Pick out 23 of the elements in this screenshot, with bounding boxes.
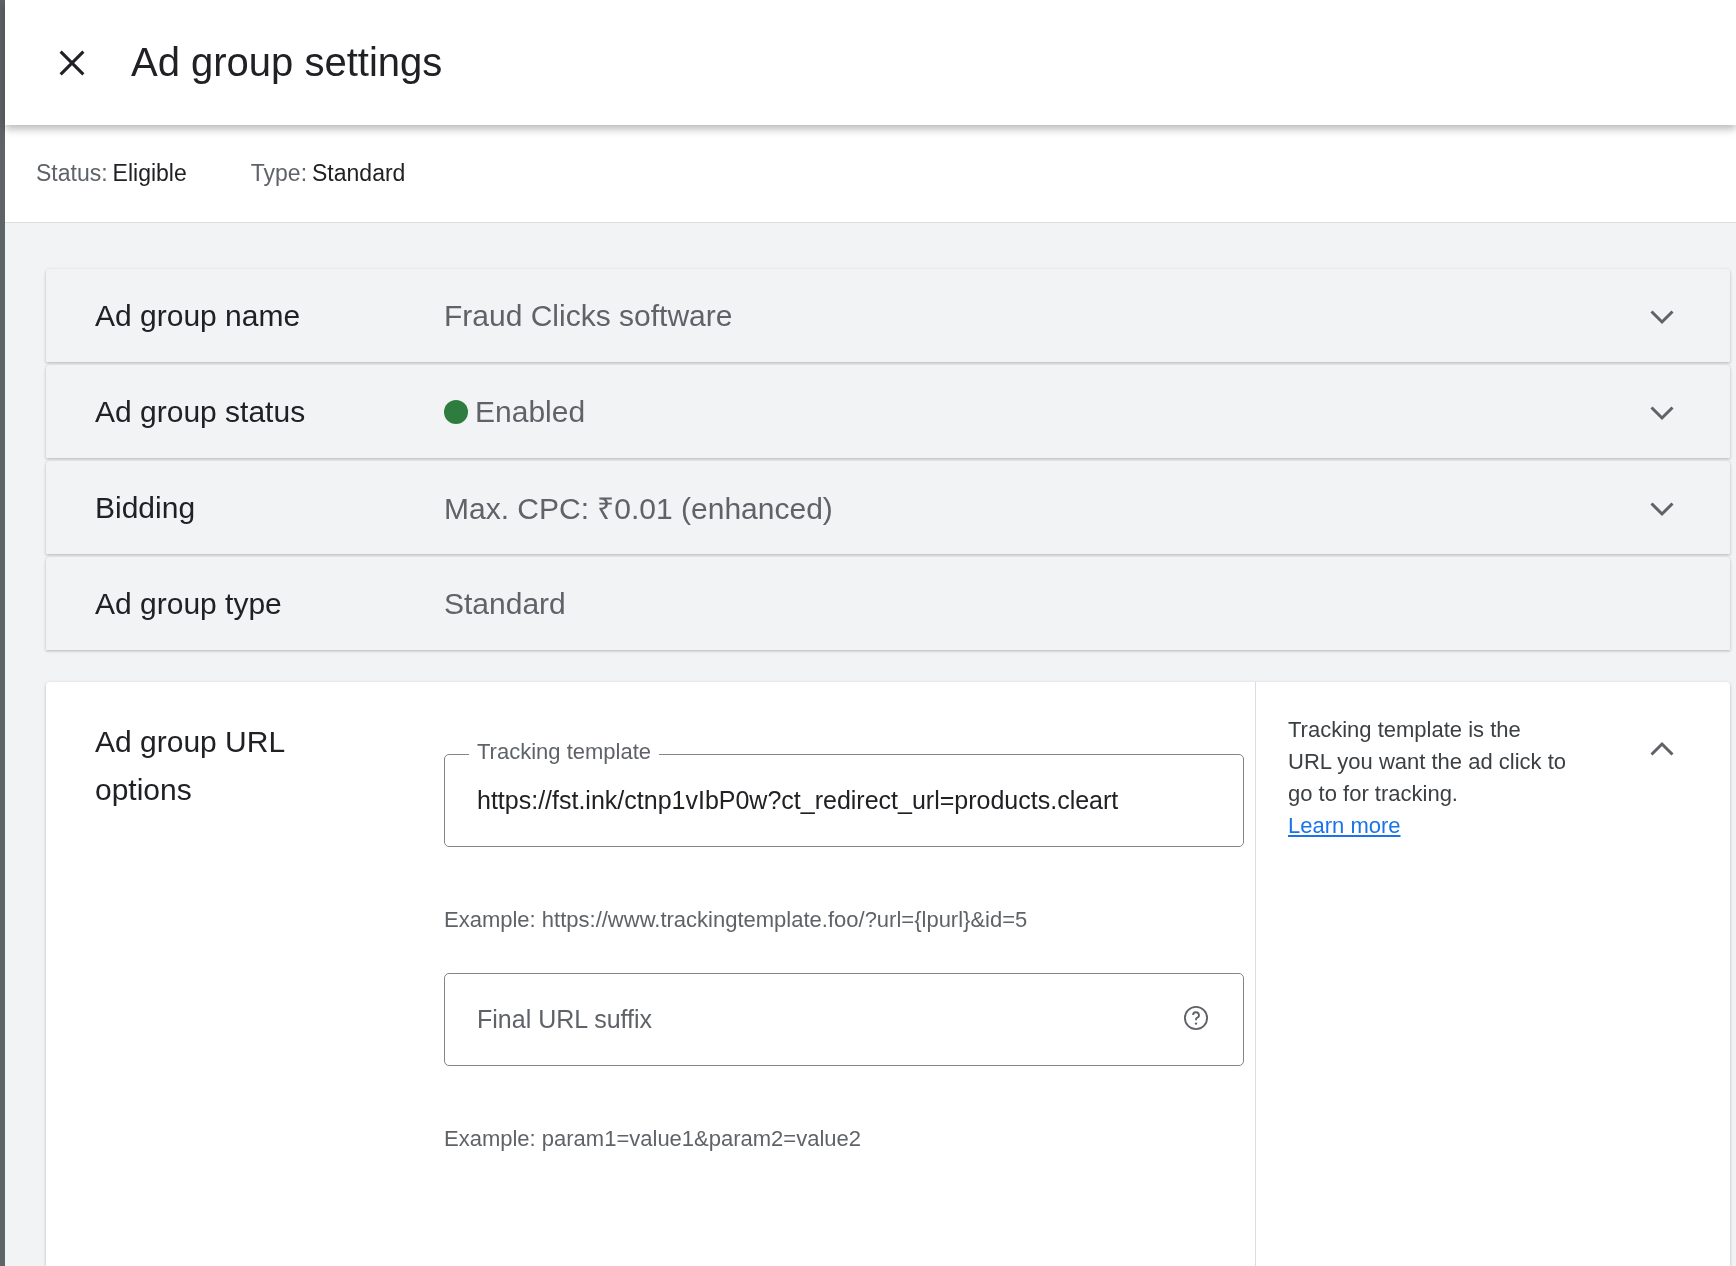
helper-text: Example: https://www.trackingtemplate.foo/?url={lpurl}&id=5 [444, 906, 1029, 934]
summary-value: Standard [312, 160, 406, 186]
setting-value: Fraud Clicks software [444, 298, 733, 333]
dialog-title: Ad group settings [131, 40, 443, 85]
summary-value: Eligible [112, 160, 187, 186]
setting-label: Ad group status [95, 394, 307, 429]
learn-more-link[interactable]: Learn more [1288, 810, 1401, 842]
setting-row[interactable]: Ad group status Enabled [46, 365, 1730, 458]
setting-value: Enabled [475, 394, 586, 429]
help-icon[interactable] [1182, 1004, 1210, 1032]
setting-value: Standard [444, 586, 566, 621]
setting-label: Ad group type [95, 586, 283, 621]
text-field[interactable]: Final URL suffix [444, 973, 1244, 1066]
help-text: Tracking template is the URL you want the ad click to go to for tracking. [1288, 716, 1567, 808]
setting-label: Bidding [95, 490, 197, 525]
section-label: Ad group URL options [95, 724, 286, 808]
setting-row[interactable]: Ad group name Fraud Clicks software [46, 269, 1730, 362]
setting-label: Ad group name [95, 298, 302, 333]
setting-value: Max. CPC: ₹0.01 (enhanced) [444, 491, 833, 527]
helper-text: Example: param1=value1&param2=value2 [444, 1125, 863, 1153]
summary-label: Status: [36, 160, 108, 186]
summary-label: Type: [250, 160, 308, 186]
setting-row[interactable]: Bidding Max. CPC: ₹0.01 (enhanced) [46, 461, 1730, 554]
